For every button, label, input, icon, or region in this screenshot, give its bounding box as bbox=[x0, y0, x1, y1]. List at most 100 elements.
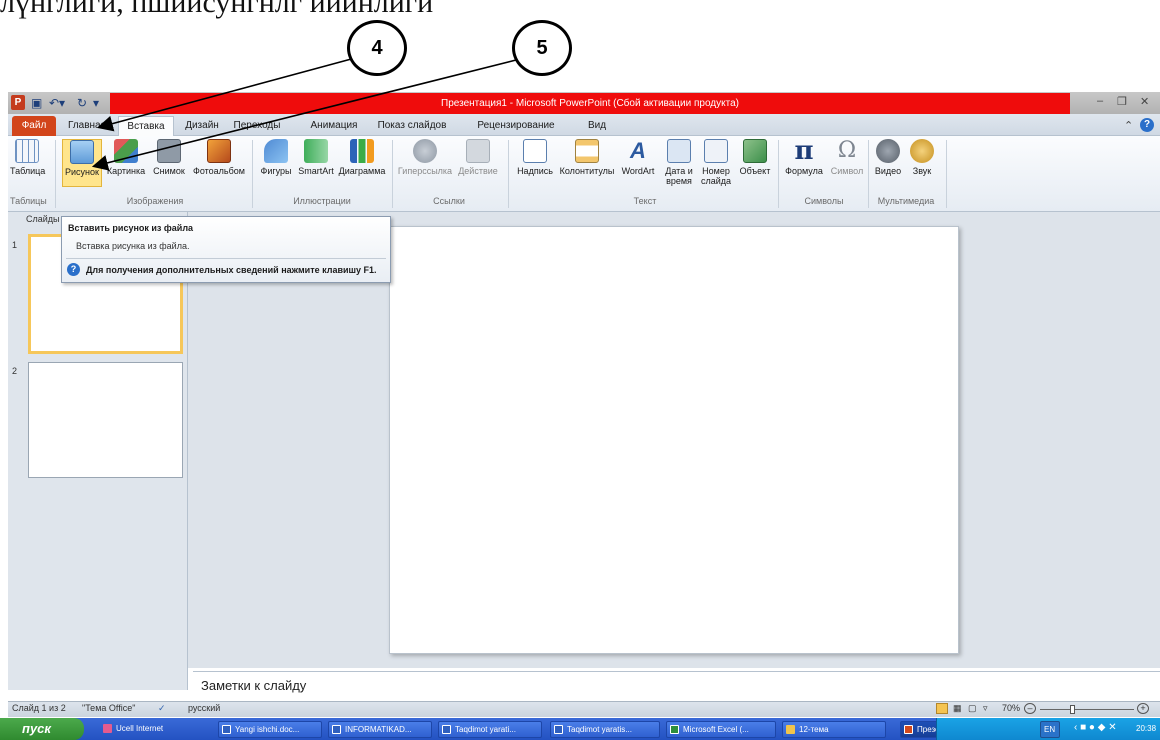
slides-tab[interactable]: Слайды bbox=[26, 214, 60, 224]
zoom-in-icon[interactable]: + bbox=[1137, 703, 1149, 714]
undo-icon[interactable]: ↶▾ bbox=[49, 95, 65, 111]
callout-4: 4 bbox=[347, 20, 407, 76]
film-reel-icon bbox=[876, 139, 900, 163]
customize-qat-icon[interactable]: ▾ bbox=[93, 95, 99, 111]
ribbon-minimize-icon[interactable]: ⌃ bbox=[1124, 119, 1133, 132]
clipart-button[interactable]: Картинка bbox=[104, 139, 148, 187]
save-icon[interactable]: ▣ bbox=[31, 95, 42, 111]
spellcheck-icon[interactable]: ✓ bbox=[158, 703, 166, 714]
word-icon bbox=[222, 725, 231, 734]
tab-design[interactable]: Дизайн bbox=[180, 116, 224, 136]
hyperlink-button[interactable]: Гиперссылка bbox=[396, 139, 454, 187]
equation-label: Формула bbox=[785, 166, 823, 176]
tab-insert[interactable]: Вставка bbox=[118, 116, 174, 136]
tab-view[interactable]: Вид bbox=[582, 116, 612, 136]
status-language[interactable]: русский bbox=[188, 703, 220, 713]
slide-sorter-icon[interactable]: ▦ bbox=[953, 703, 962, 714]
language-indicator[interactable]: EN bbox=[1040, 721, 1060, 738]
chart-button[interactable]: Диаграмма bbox=[337, 139, 387, 187]
smartart-button[interactable]: SmartArt bbox=[296, 139, 336, 187]
zoom-slider-thumb[interactable] bbox=[1070, 705, 1075, 714]
taskbar-item-word-2[interactable]: INFORMATIKAD... bbox=[328, 721, 432, 738]
textbox-label: Надпись bbox=[517, 166, 553, 176]
powerpoint-logo-icon: P bbox=[11, 95, 25, 110]
taskbar-item-ucell[interactable]: Ucell Internet bbox=[100, 721, 208, 738]
hyperlink-label: Гиперссылка bbox=[397, 166, 453, 176]
video-button[interactable]: Видео bbox=[872, 139, 904, 187]
tray-icons[interactable]: ‹ ■ ● ◆ ✕ bbox=[1074, 722, 1117, 733]
language-label: EN bbox=[1044, 725, 1056, 734]
omega-icon: Ω bbox=[837, 138, 857, 163]
taskbar-item-label: Ucell Internet bbox=[116, 724, 164, 733]
taskbar-item-word-3[interactable]: Taqdimot yarati... bbox=[438, 721, 542, 738]
notes-placeholder: Заметки к слайду bbox=[201, 678, 307, 693]
table-button[interactable]: Таблица bbox=[10, 139, 45, 187]
start-button[interactable]: пуск bbox=[0, 718, 84, 740]
tab-review[interactable]: Рецензирование bbox=[470, 116, 562, 136]
audio-button[interactable]: Звук bbox=[906, 139, 938, 187]
picture-label: Рисунок bbox=[65, 167, 99, 177]
tooltip-help-text: Для получения дополнительных сведений на… bbox=[86, 265, 377, 275]
action-label: Действие bbox=[458, 166, 498, 176]
normal-view-icon[interactable] bbox=[936, 703, 948, 714]
notes-pane[interactable]: Заметки к слайду bbox=[193, 671, 1160, 699]
symbol-button[interactable]: Ω Символ bbox=[828, 139, 866, 187]
slide-number-label-2: слайда bbox=[700, 176, 732, 186]
tooltip-title: Вставить рисунок из файла bbox=[68, 223, 194, 233]
pi-icon: π bbox=[794, 136, 814, 166]
ucell-icon bbox=[103, 724, 112, 733]
reading-view-icon[interactable]: ▢ bbox=[968, 703, 977, 714]
slide-number-button[interactable]: Номер слайда bbox=[698, 139, 734, 187]
datetime-button[interactable]: Дата и время bbox=[662, 139, 696, 187]
textbox-button[interactable]: Надпись bbox=[515, 139, 555, 187]
taskbar-item-word-1[interactable]: Yangi ishchi.doc... bbox=[218, 721, 322, 738]
group-links: Ссылки bbox=[433, 196, 465, 206]
tab-animations[interactable]: Анимация bbox=[306, 116, 362, 136]
action-icon bbox=[466, 139, 490, 163]
taskbar-item-folder[interactable]: 12-тема bbox=[782, 721, 886, 738]
audio-label: Звук bbox=[912, 166, 932, 176]
screenshot-button[interactable]: Снимок bbox=[150, 139, 188, 187]
tab-file[interactable]: Файл bbox=[12, 116, 56, 136]
redo-icon[interactable]: ↻ bbox=[77, 95, 87, 111]
callout-5: 5 bbox=[512, 20, 572, 76]
photo-album-button[interactable]: Фотоальбом bbox=[189, 139, 249, 187]
tab-transitions[interactable]: Переходы bbox=[230, 116, 284, 136]
powerpoint-icon bbox=[904, 725, 913, 734]
object-label: Объект bbox=[739, 166, 771, 176]
shapes-icon bbox=[264, 139, 288, 163]
help-icon[interactable]: ? bbox=[1140, 118, 1154, 132]
tab-slideshow[interactable]: Показ слайдов bbox=[368, 116, 456, 136]
current-slide-canvas[interactable] bbox=[389, 226, 959, 654]
restore-icon[interactable]: ❐ bbox=[1117, 95, 1127, 108]
equation-button[interactable]: π Формула bbox=[782, 136, 826, 187]
header-footer-button[interactable]: Колонтитулы bbox=[556, 139, 618, 187]
slideshow-view-icon[interactable]: ▿ bbox=[983, 703, 988, 714]
action-button[interactable]: Действие bbox=[455, 139, 501, 187]
slide-thumbnail-2[interactable] bbox=[28, 362, 183, 478]
minimize-icon[interactable]: – bbox=[1097, 95, 1103, 107]
group-separator bbox=[55, 140, 56, 208]
object-icon bbox=[743, 139, 767, 163]
shapes-button[interactable]: Фигуры bbox=[256, 139, 296, 187]
object-button[interactable]: Объект bbox=[736, 139, 774, 187]
zoom-out-icon[interactable]: – bbox=[1024, 703, 1036, 714]
help-icon: ? bbox=[67, 263, 80, 276]
hyperlink-icon bbox=[413, 139, 437, 163]
status-theme[interactable]: "Тема Office" bbox=[82, 703, 135, 713]
zoom-level[interactable]: 70% bbox=[1002, 703, 1020, 713]
smartart-label: SmartArt bbox=[298, 166, 334, 176]
taskbar-item-word-4[interactable]: Taqdimot yaratis... bbox=[550, 721, 660, 738]
textbox-icon bbox=[523, 139, 547, 163]
zoom-slider-track[interactable] bbox=[1040, 709, 1134, 710]
tab-home[interactable]: Главная bbox=[62, 116, 112, 136]
group-tables: Таблицы bbox=[10, 196, 47, 206]
close-icon[interactable]: ✕ bbox=[1140, 95, 1149, 108]
slide-number-label-1: Номер bbox=[702, 166, 730, 176]
picture-button[interactable]: Рисунок bbox=[62, 139, 102, 187]
datetime-label-2: время bbox=[666, 176, 692, 186]
wordart-label: WordArt bbox=[621, 166, 655, 176]
folder-icon bbox=[786, 725, 795, 734]
taskbar-item-excel[interactable]: Microsoft Excel (... bbox=[666, 721, 776, 738]
wordart-button[interactable]: A WordArt bbox=[620, 139, 656, 187]
